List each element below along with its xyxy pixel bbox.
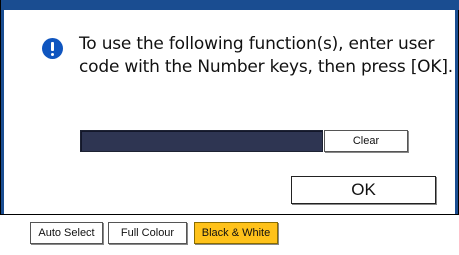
auto-select-button[interactable]: Auto Select	[30, 222, 103, 244]
exclamation-dot	[51, 53, 54, 56]
user-code-dialog: To use the following function(s), enter …	[0, 0, 459, 215]
clear-button[interactable]: Clear	[324, 130, 408, 152]
full-colour-button[interactable]: Full Colour	[108, 222, 187, 244]
dialog-left-border	[1, 0, 4, 214]
message-line-2: code with the Number keys, then press [O…	[79, 57, 453, 77]
color-mode-bar: Auto Select Full Colour Black & White	[0, 218, 459, 255]
user-code-field[interactable]	[80, 130, 323, 152]
dialog-top-border	[1, 0, 459, 10]
exclamation-info-icon	[42, 38, 63, 59]
message-line-1: To use the following function(s), enter …	[79, 34, 435, 54]
dialog-right-border	[455, 0, 458, 214]
exclamation-bar	[51, 42, 54, 51]
black-and-white-button[interactable]: Black & White	[194, 222, 278, 244]
ok-button[interactable]: OK	[291, 176, 436, 204]
dialog-message: To use the following function(s), enter …	[79, 33, 453, 79]
